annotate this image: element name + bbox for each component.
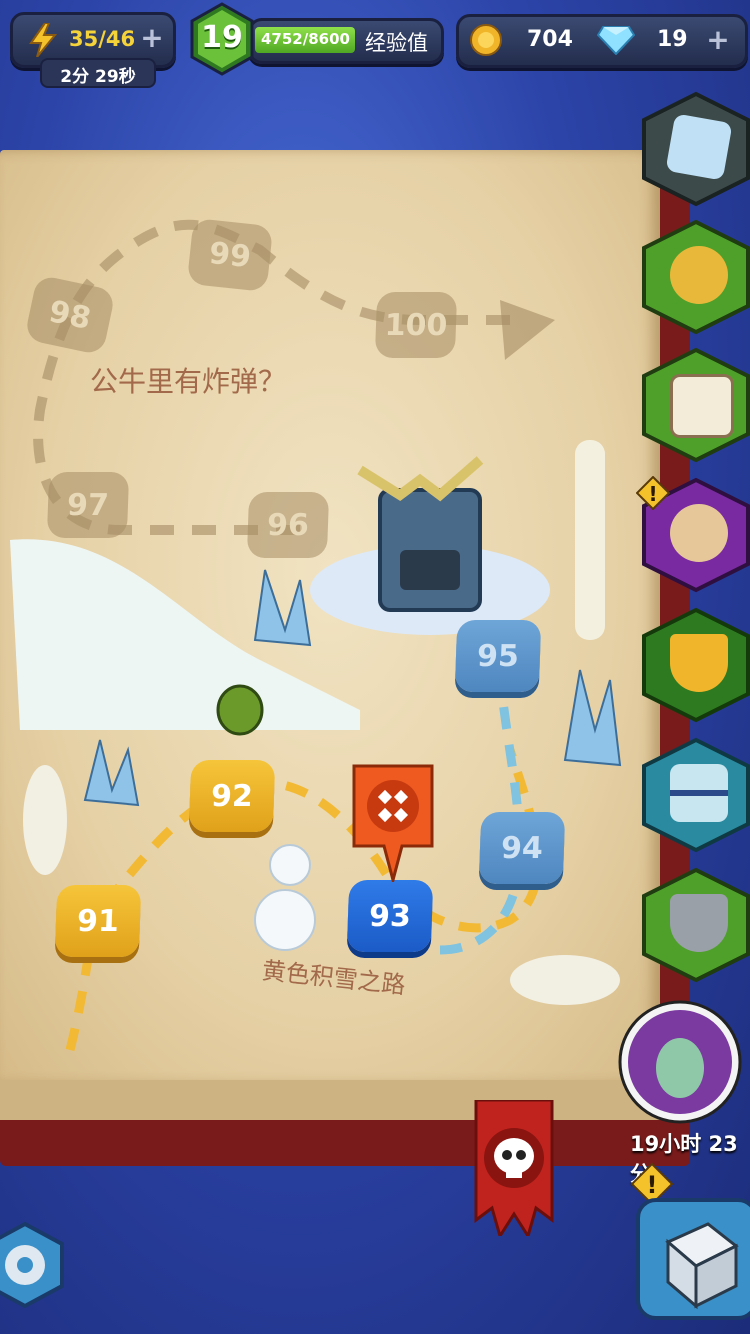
dice-button[interactable] [628, 1180, 750, 1320]
level-node-96: 96 [246, 492, 330, 558]
trophy-icon [670, 634, 728, 692]
xp-value: 4752/8600 [261, 30, 350, 48]
calendar-icon [670, 374, 734, 438]
hero-avatar[interactable] [600, 996, 750, 1128]
map-page: 公牛里有炸弹？ 黄色积雪之路 91 92 93 94 95 96 97 98 9… [0, 150, 660, 1085]
gem-icon [597, 26, 635, 55]
page-edge [0, 1080, 660, 1120]
ice-cube-icon [665, 113, 733, 181]
level-node-100: 100 [374, 292, 458, 358]
map-title: 公牛里有炸弹？ [90, 365, 287, 398]
level-node-94[interactable]: 94 [478, 812, 566, 884]
add-gems-button[interactable]: + [705, 26, 731, 54]
xp-bar: 4752/8600 经验值 [248, 18, 444, 64]
current-level-marker[interactable] [350, 762, 436, 886]
lightning-icon [29, 23, 58, 57]
horn-icon [670, 246, 728, 304]
currency-bar: 704 19 + [456, 14, 748, 68]
side-button-horn[interactable] [640, 218, 750, 336]
energy-value: 35/46 [69, 27, 136, 51]
level-node-92[interactable]: 92 [188, 760, 276, 832]
svg-text:!: ! [648, 482, 657, 506]
gold-coin-icon [470, 24, 502, 56]
level-node-93[interactable]: 93 [346, 880, 434, 952]
side-button-ice-cube[interactable] [640, 90, 750, 208]
alert-icon: ! [635, 475, 671, 511]
level-node-99: 99 [186, 217, 274, 293]
energy-timer: 2分 29秒 [40, 58, 156, 88]
level-node-91[interactable]: 91 [54, 885, 142, 957]
side-button-calendar[interactable] [640, 346, 750, 464]
hero-event-icon [670, 504, 728, 562]
xp-label: 经验值 [365, 31, 428, 55]
level-badge[interactable]: 19 [188, 2, 256, 76]
skull-icon [494, 1138, 534, 1174]
boss-banner[interactable] [474, 1098, 554, 1240]
side-button-arena[interactable] [640, 866, 750, 984]
shield-swords-icon [670, 894, 728, 952]
hourglass-icon [670, 764, 728, 822]
side-button-hourglass[interactable] [640, 736, 750, 854]
gold-value: 704 [527, 27, 573, 52]
level-node-95[interactable]: 95 [454, 620, 542, 692]
level-node-97: 97 [46, 472, 130, 538]
settings-button[interactable] [0, 1221, 68, 1309]
side-button-trophy[interactable] [640, 606, 750, 724]
gem-value: 19 [657, 27, 688, 52]
add-energy-button[interactable]: + [139, 24, 165, 52]
level-value: 19 [201, 20, 243, 55]
